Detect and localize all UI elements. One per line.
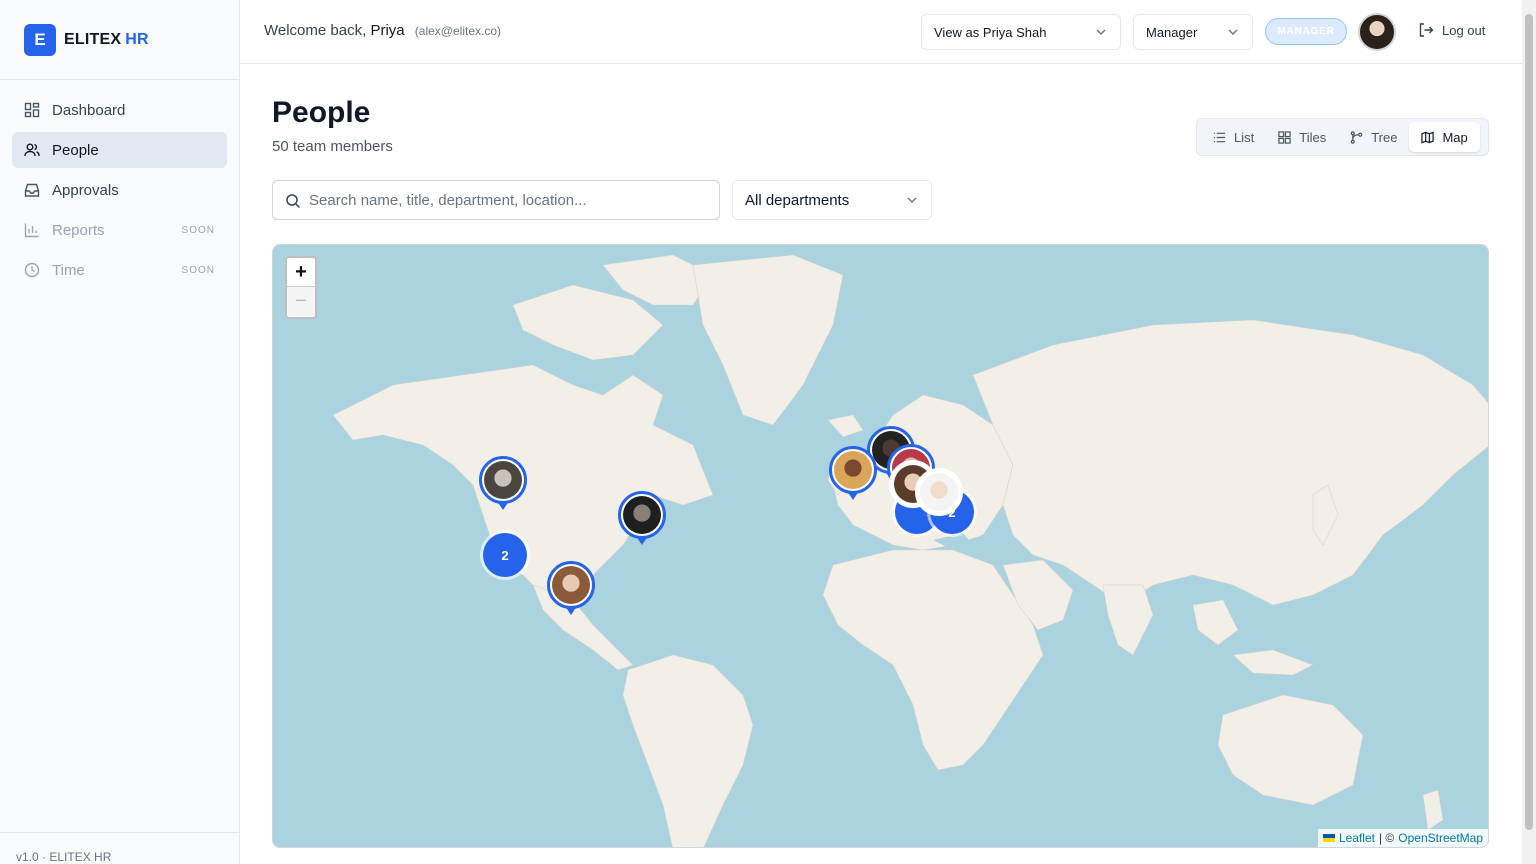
page-title: People (272, 96, 371, 129)
bar-chart-icon (24, 223, 39, 238)
sidebar-item-dashboard[interactable]: Dashboard (12, 92, 227, 128)
zoom-in-button[interactable]: + (287, 258, 315, 287)
role-select-value: Manager (1146, 24, 1198, 40)
sidebar-item-people[interactable]: People (12, 132, 227, 168)
view-list-button[interactable]: List (1201, 122, 1266, 152)
brand-name: ELITEX HR (64, 31, 149, 49)
people-icon (24, 143, 40, 157)
member-count: 50 team members (272, 138, 393, 155)
view-as-select[interactable]: View as Priya Shah (921, 14, 1121, 50)
clock-icon (24, 262, 40, 278)
chevron-down-icon (907, 197, 917, 203)
map-icon (1421, 131, 1435, 143)
zoom-control: + − (285, 256, 317, 319)
sidebar-item-label: Approvals (52, 181, 119, 199)
brand-name-text: ELITEX (64, 30, 122, 48)
sidebar-item-time[interactable]: Time SOON (12, 252, 227, 288)
scrollbar-thumb[interactable] (1525, 14, 1533, 830)
welcome-user-name: Priya (370, 22, 405, 39)
world-map-tiles (332, 254, 1488, 847)
view-toggle: List Tiles Tree Map (1196, 118, 1489, 156)
chevron-down-icon (1228, 29, 1238, 35)
sidebar-nav: Dashboard People Approvals Reports SOON … (0, 80, 239, 304)
tree-icon (1350, 130, 1363, 144)
view-tree-label: Tree (1371, 129, 1398, 145)
sidebar-item-label: Time (52, 261, 85, 279)
page-scrollbar[interactable] (1522, 0, 1536, 864)
logout-icon (1419, 23, 1434, 37)
sidebar-item-reports[interactable]: Reports SOON (12, 212, 227, 248)
view-map-button[interactable]: Map (1409, 122, 1480, 152)
map-person-marker[interactable] (829, 446, 877, 502)
avatar[interactable] (1358, 13, 1396, 51)
map-person-marker[interactable] (479, 456, 527, 512)
view-tiles-button[interactable]: Tiles (1266, 122, 1338, 152)
map-person-marker[interactable] (618, 491, 666, 547)
logout-button[interactable]: Log out (1418, 22, 1485, 38)
department-filter-value: All departments (745, 191, 850, 209)
inbox-icon (24, 183, 40, 197)
map-attribution: Leaflet | © OpenStreetMap (1317, 829, 1488, 847)
role-select[interactable]: Manager (1133, 14, 1253, 50)
welcome-prefix: Welcome back, (264, 22, 367, 39)
brand-name-accent: HR (125, 30, 149, 48)
view-tiles-label: Tiles (1299, 129, 1327, 145)
search-icon (286, 194, 301, 209)
search-input[interactable] (309, 191, 709, 209)
app-version: v1.0 · ELITEX HR (0, 832, 239, 864)
ukraine-flag-icon (1322, 834, 1335, 842)
map-person-marker[interactable] (915, 468, 963, 524)
soon-badge: SOON (181, 264, 215, 276)
logout-label: Log out (1442, 22, 1486, 38)
attribution-separator: | © (1378, 831, 1395, 845)
search-field[interactable] (272, 180, 720, 220)
role-badge: MANAGER (1265, 18, 1347, 45)
brand[interactable]: E ELITEX HR (0, 0, 239, 80)
dashboard-icon (24, 102, 40, 118)
sidebar: E ELITEX HR Dashboard People Approvals Re… (0, 0, 240, 864)
map-cluster-marker[interactable]: 2 (483, 533, 527, 577)
top-header: Welcome back, Priya (alex@elitex.co) Vie… (240, 0, 1522, 64)
map-person-marker[interactable] (547, 561, 595, 617)
grid-icon (1278, 130, 1291, 144)
soon-badge: SOON (181, 224, 215, 236)
view-as-value: View as Priya Shah (934, 24, 1047, 40)
sidebar-item-label: People (52, 141, 99, 159)
welcome-user-email: (alex@elitex.co) (414, 24, 502, 38)
people-map[interactable]: + − 2 2 Leaflet | © OpenStreetMap (272, 244, 1489, 848)
welcome-message: Welcome back, Priya (alex@elitex.co) (264, 22, 501, 39)
sidebar-item-label: Dashboard (52, 101, 126, 119)
sidebar-item-approvals[interactable]: Approvals (12, 172, 227, 208)
chevron-down-icon (1096, 29, 1106, 35)
list-icon (1213, 132, 1226, 142)
zoom-out-button[interactable]: − (287, 287, 315, 316)
view-list-label: List (1234, 129, 1255, 145)
brand-logo: E (24, 23, 56, 56)
sidebar-item-label: Reports (52, 221, 105, 239)
department-filter[interactable]: All departments (732, 180, 932, 220)
view-map-label: Map (1442, 129, 1468, 145)
view-tree-button[interactable]: Tree (1338, 122, 1409, 152)
openstreetmap-link[interactable]: OpenStreetMap (1398, 831, 1483, 845)
leaflet-link[interactable]: Leaflet (1339, 831, 1375, 845)
